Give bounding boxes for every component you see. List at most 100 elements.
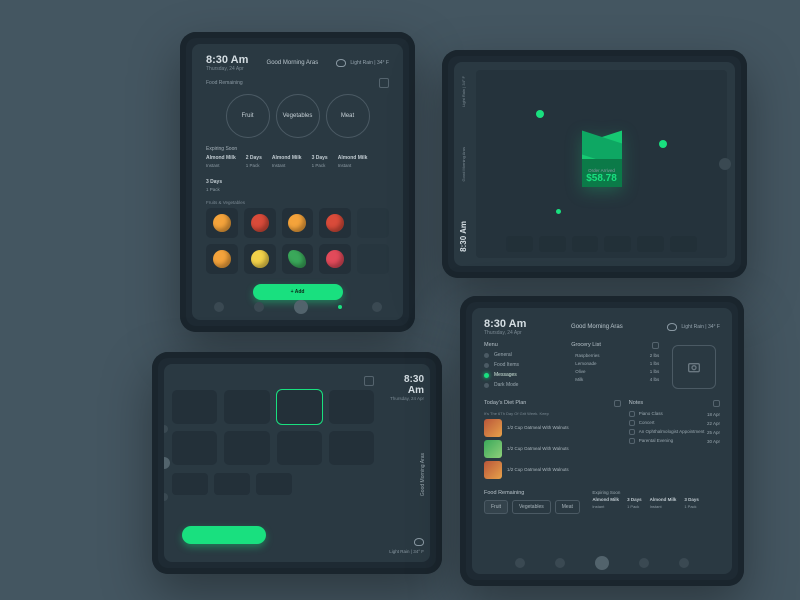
- home-icon[interactable]: [595, 556, 609, 570]
- menu-title: Menu: [484, 342, 563, 348]
- food-tile[interactable]: [206, 244, 238, 274]
- nav-icon[interactable]: [214, 302, 224, 312]
- category-circles: Fruit Vegetables Meat: [206, 94, 389, 138]
- expiring-list: Almond MilkInstant 2 Days1 Pack Almond M…: [206, 155, 389, 194]
- card-selected[interactable]: [277, 390, 322, 424]
- order-canvas: Order Arrived $58.78: [476, 70, 727, 258]
- section-title: Food Remaining: [206, 80, 243, 86]
- scan-button[interactable]: [672, 345, 716, 389]
- cloud-icon: [336, 59, 346, 67]
- tablet-food-remaining: 8:30 Am Thursday, 24 Apr Good Morning Ar…: [180, 32, 415, 332]
- grid-label: Fruits & Vegetables: [206, 200, 389, 205]
- nav-icon[interactable]: [254, 302, 264, 312]
- food-tile[interactable]: [319, 208, 351, 238]
- card-grid: [172, 390, 374, 465]
- food-tile[interactable]: [319, 244, 351, 274]
- tablet-dashboard: 8:30 AmThursday, 24 Apr Good Morning Ara…: [460, 296, 744, 586]
- grocery-item[interactable]: Lemonade1 lbs: [571, 361, 659, 366]
- nav-icon[interactable]: [372, 302, 382, 312]
- home-icon[interactable]: [719, 158, 731, 170]
- nav-icon[interactable]: [515, 558, 525, 568]
- nav-icon[interactable]: [164, 425, 168, 433]
- expiring-title: Expiring Soon: [206, 146, 389, 152]
- card[interactable]: [277, 431, 322, 465]
- grocery-item[interactable]: Milk4 lbs: [571, 377, 659, 382]
- nav-icon[interactable]: [679, 558, 689, 568]
- home-icon[interactable]: [294, 300, 308, 314]
- menu-item-active[interactable]: Messages: [484, 372, 563, 378]
- food-tile[interactable]: [244, 208, 276, 238]
- food-tile[interactable]: [357, 244, 389, 274]
- clock: 8:30 Am Thursday, 24 Apr: [206, 54, 248, 72]
- nav-icon[interactable]: [338, 305, 342, 309]
- grocery-item[interactable]: Olive1 lbs: [571, 369, 659, 374]
- note-item[interactable]: Concert22 Apr: [629, 420, 720, 426]
- category-vegetables[interactable]: Vegetables: [276, 94, 320, 138]
- diet-subtitle: It's The 6Th Day Of Grit Week. Keep: [484, 411, 621, 416]
- nav-icon[interactable]: [555, 558, 565, 568]
- expand-icon[interactable]: [652, 342, 659, 349]
- small-cards: [172, 473, 374, 495]
- chip-meat[interactable]: Meat: [555, 500, 580, 514]
- category-meat[interactable]: Meat: [326, 94, 370, 138]
- food-tile[interactable]: [282, 244, 314, 274]
- greeting: Good Morning Aras: [420, 453, 426, 496]
- bottom-nav: [192, 302, 403, 314]
- card[interactable]: [329, 431, 374, 465]
- weather: Light Rain | 34° F: [336, 59, 389, 67]
- grocery-item[interactable]: Raspberries2 lbs: [571, 353, 659, 358]
- expand-icon[interactable]: [364, 376, 374, 386]
- header: 8:30 Am Thursday, 24 Apr Good Morning Ar…: [206, 54, 389, 72]
- cloud-icon: [414, 538, 424, 546]
- food-grid: [206, 208, 389, 274]
- greeting: Good Morning Aras: [571, 324, 623, 330]
- food-tile[interactable]: [282, 208, 314, 238]
- menu-item[interactable]: General: [484, 352, 563, 358]
- food-tile[interactable]: [244, 244, 276, 274]
- diet-title: Today's Diet Plan: [484, 400, 526, 407]
- camera-icon: [686, 359, 702, 375]
- bottom-nav: [164, 364, 170, 562]
- card[interactable]: [224, 390, 269, 424]
- note-item[interactable]: An Ophthalmologist Appointment25 Apr: [629, 429, 720, 435]
- bottom-nav: [472, 558, 732, 570]
- nav-icon[interactable]: [639, 558, 649, 568]
- weather: Light Rain | 34° F: [667, 323, 720, 331]
- expand-icon[interactable]: [379, 78, 389, 88]
- meal-item[interactable]: 1/2 Cup Oatmeal With Walnuts: [484, 440, 621, 458]
- confirm-button[interactable]: [182, 526, 266, 544]
- note-item[interactable]: Piano Class18 Apr: [629, 411, 720, 417]
- meal-item[interactable]: 1/2 Cup Oatmeal With Walnuts: [484, 419, 621, 437]
- mini-expiring-list: Almond MilkInstant 3 Days1 Pack Almond M…: [592, 497, 720, 510]
- food-tile[interactable]: [357, 208, 389, 238]
- card[interactable]: [172, 473, 208, 495]
- cloud-icon: [667, 323, 677, 331]
- side-header: Light Rain | 34° F Good Morning Aras 8:3…: [454, 62, 472, 266]
- food-tile[interactable]: [206, 208, 238, 238]
- tablet-selection: 8:30 AmThursday, 24 Apr Good Morning Ara…: [152, 352, 442, 574]
- notes-title: Notes: [629, 400, 643, 407]
- chip-fruit[interactable]: Fruit: [484, 500, 508, 514]
- remaining-title: Food Remaining: [484, 490, 584, 496]
- meal-item[interactable]: 1/2 Cup Oatmeal With Walnuts: [484, 461, 621, 479]
- tablet-order: Light Rain | 34° F Good Morning Aras 8:3…: [442, 50, 747, 278]
- card[interactable]: [329, 390, 374, 424]
- add-button[interactable]: + Add: [253, 284, 343, 300]
- note-item[interactable]: Parental Evening30 Apr: [629, 438, 720, 444]
- menu-item[interactable]: Food Items: [484, 362, 563, 368]
- expand-icon[interactable]: [713, 400, 720, 407]
- card[interactable]: [256, 473, 292, 495]
- card[interactable]: [172, 390, 217, 424]
- card[interactable]: [172, 431, 217, 465]
- menu-item[interactable]: Dark Mode: [484, 382, 563, 388]
- chip-vegetables[interactable]: Vegetables: [512, 500, 551, 514]
- card[interactable]: [214, 473, 250, 495]
- home-icon[interactable]: [164, 457, 170, 469]
- weather: Light Rain | 34° F: [389, 538, 424, 554]
- nav-icon[interactable]: [164, 493, 168, 501]
- grocery-title: Grocery List: [571, 342, 601, 349]
- category-fruit[interactable]: Fruit: [226, 94, 270, 138]
- expand-icon[interactable]: [614, 400, 621, 407]
- mini-expiring-title: Expiring Soon: [592, 490, 720, 495]
- card[interactable]: [224, 431, 269, 465]
